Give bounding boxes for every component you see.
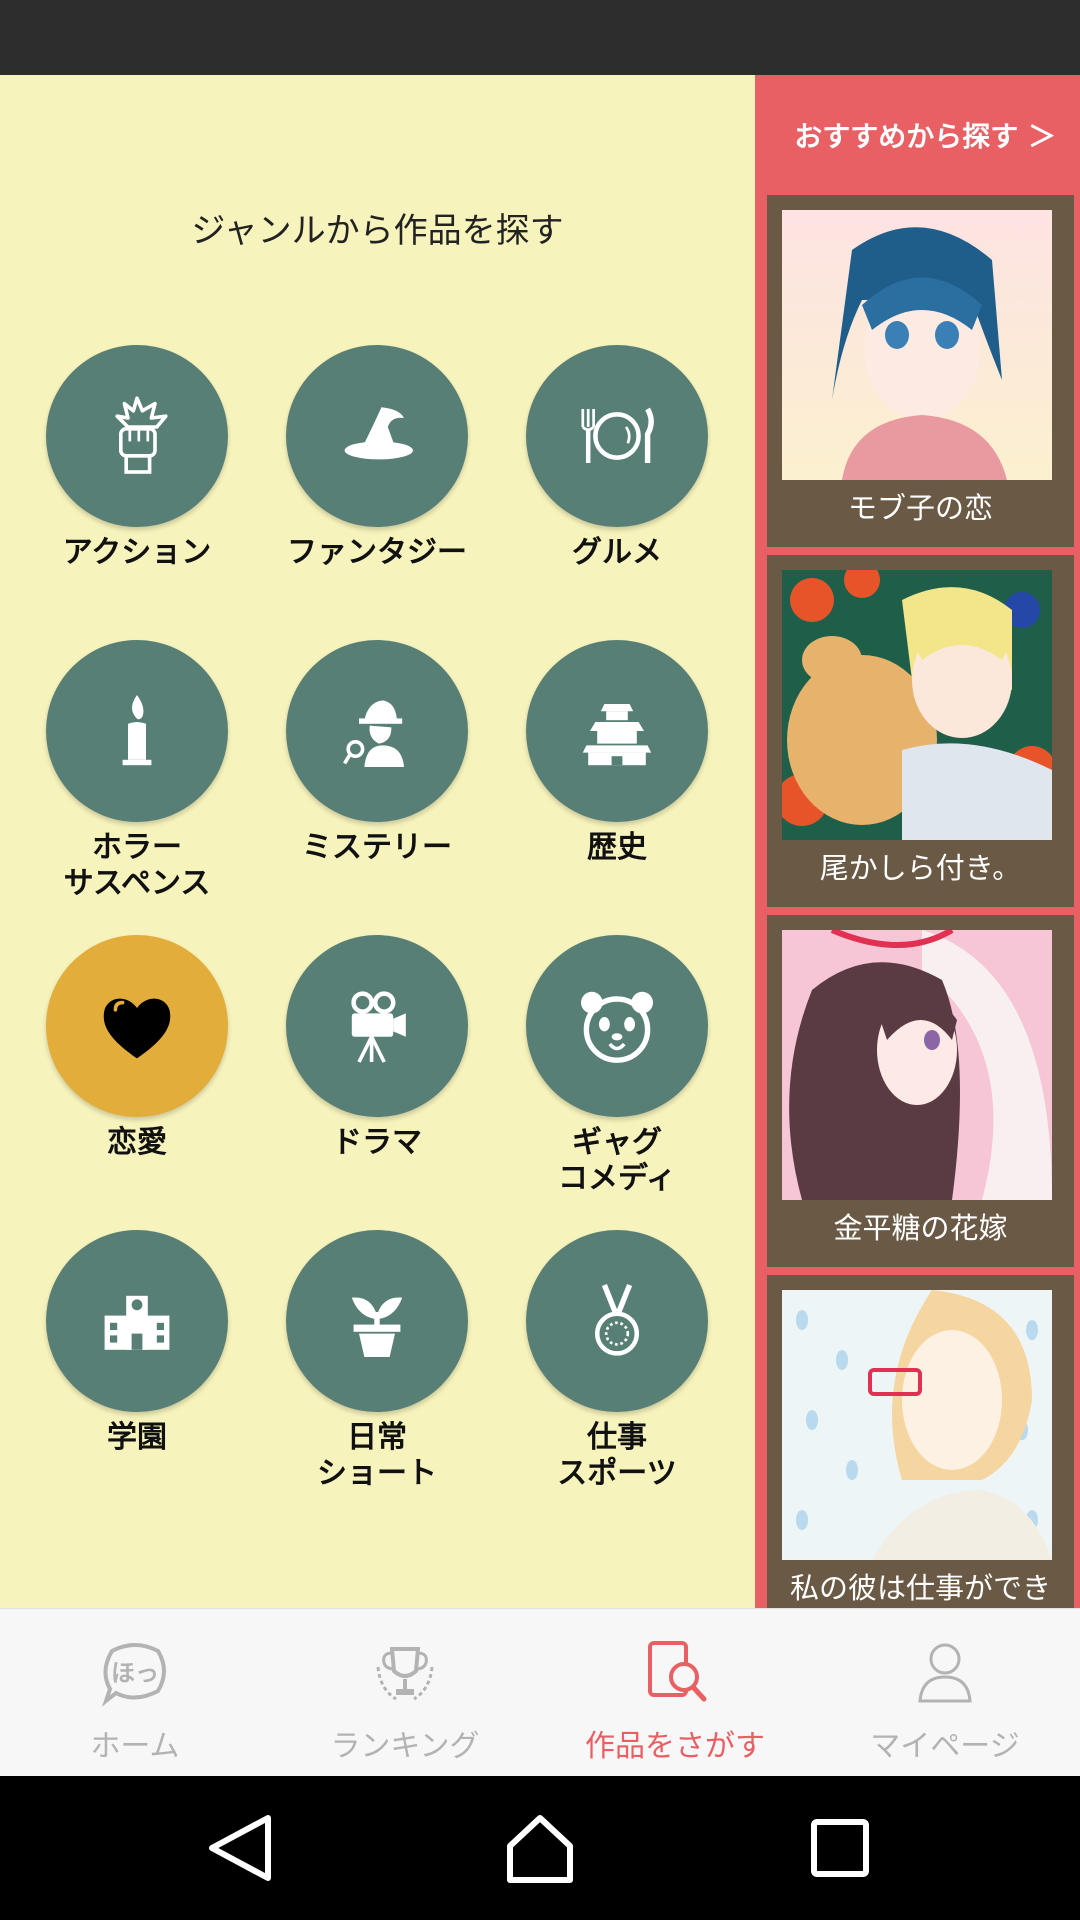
genre-panel: ジャンルから作品を探す アクション ファンタジー グルメ ホラー サスペンス ミ… xyxy=(0,75,755,1608)
genre-school[interactable]: 学園 xyxy=(17,1230,257,1456)
genre-label: 仕事 スポーツ xyxy=(557,1420,677,1491)
castle-icon xyxy=(582,704,652,766)
genre-circle[interactable] xyxy=(526,345,708,527)
genre-label: ドラマ xyxy=(332,1125,422,1160)
genre-horror-suspense[interactable]: ホラー サスペンス xyxy=(17,640,257,902)
recommend-card[interactable]: 金平糖の花嫁 xyxy=(767,915,1074,1267)
card-title: モブ子の恋 xyxy=(847,491,993,525)
cover-image xyxy=(782,930,1052,1200)
home-icon[interactable] xyxy=(498,1806,582,1890)
genre-label: 学園 xyxy=(107,1420,167,1455)
genre-label: ファンタジー xyxy=(287,535,467,570)
genre-circle[interactable] xyxy=(526,935,708,1117)
genre-circle[interactable] xyxy=(46,1230,228,1412)
detective-icon xyxy=(343,700,404,767)
fist-icon xyxy=(115,396,168,474)
genre-work-sports[interactable]: 仕事 スポーツ xyxy=(497,1230,737,1492)
genre-circle[interactable] xyxy=(46,935,228,1117)
genre-label: 歴史 xyxy=(587,830,647,865)
genre-label: 日常 ショート xyxy=(317,1420,437,1491)
genre-label: ギャグ コメディ xyxy=(558,1125,676,1196)
recommend-card[interactable]: モブ子の恋 xyxy=(767,195,1074,547)
genre-history[interactable]: 歴史 xyxy=(497,640,737,866)
recommend-card[interactable]: 私の彼は仕事ができ xyxy=(767,1275,1074,1608)
nav-home[interactable]: ほっ ホーム xyxy=(0,1609,270,1777)
panda-icon xyxy=(581,991,653,1063)
nav-search[interactable]: 作品をさがす xyxy=(540,1609,810,1777)
card-title: 金平糖の花嫁 xyxy=(833,1211,1008,1245)
recommend-link[interactable]: おすすめから探す ＞ xyxy=(794,115,1056,155)
bottom-nav: ほっ ホーム ランキング 作品をさがす マイページ xyxy=(0,1608,1080,1776)
genre-label: グルメ xyxy=(572,535,662,570)
recommend-panel: おすすめから探す ＞ モブ子の恋 尾かしら付き。 金平糖の花嫁 私の彼は仕事がで… xyxy=(755,75,1080,1608)
heart-icon xyxy=(103,998,171,1059)
genre-label: アクション xyxy=(62,535,212,570)
movie-camera-icon xyxy=(351,991,406,1063)
nav-label: ランキング xyxy=(330,1729,480,1764)
cover-image xyxy=(782,210,1052,480)
recommend-card[interactable]: 尾かしら付き。 xyxy=(767,555,1074,907)
search-book-icon xyxy=(648,1641,707,1702)
genre-romance[interactable]: 恋愛 xyxy=(17,935,257,1161)
genre-label: ホラー サスペンス xyxy=(63,830,211,901)
svg-text:ほっ: ほっ xyxy=(111,1659,159,1687)
fork-plate-knife-icon xyxy=(581,407,654,463)
nav-label: マイページ xyxy=(870,1729,1020,1764)
status-bar xyxy=(0,0,1080,75)
medal-icon xyxy=(594,1283,640,1356)
genre-circle[interactable] xyxy=(46,640,228,822)
genre-fantasy[interactable]: ファンタジー xyxy=(257,345,497,571)
card-title: 尾かしら付き。 xyxy=(819,851,1022,885)
system-nav-bar xyxy=(0,1776,1080,1920)
genre-mystery[interactable]: ミステリー xyxy=(257,640,497,866)
genre-circle[interactable] xyxy=(286,345,468,527)
genre-circle[interactable] xyxy=(46,345,228,527)
genre-circle[interactable] xyxy=(526,640,708,822)
back-icon[interactable] xyxy=(198,1806,282,1890)
genre-action[interactable]: アクション xyxy=(17,345,257,571)
cover-image xyxy=(782,1290,1052,1560)
sprout-icon xyxy=(351,1297,403,1357)
genre-grid: アクション ファンタジー グルメ ホラー サスペンス ミステリー 歴史 恋愛 ド… xyxy=(0,75,755,1608)
genre-gag-comedy[interactable]: ギャグ コメディ xyxy=(497,935,737,1197)
nav-label: ホーム xyxy=(90,1729,180,1764)
hotto-bubble-icon: ほっ xyxy=(101,1643,166,1707)
person-icon xyxy=(918,1643,972,1703)
recents-icon[interactable] xyxy=(798,1806,882,1890)
trophy-icon xyxy=(376,1647,434,1701)
genre-gourmet[interactable]: グルメ xyxy=(497,345,737,571)
genre-drama[interactable]: ドラマ xyxy=(257,935,497,1161)
genre-label: 恋愛 xyxy=(107,1125,167,1160)
genre-circle[interactable] xyxy=(286,935,468,1117)
nav-mypage[interactable]: マイページ xyxy=(810,1609,1080,1777)
genre-circle[interactable] xyxy=(286,1230,468,1412)
genre-circle[interactable] xyxy=(526,1230,708,1412)
witch-hat-icon xyxy=(344,407,413,460)
cover-image xyxy=(782,570,1052,840)
candle-icon xyxy=(122,695,152,766)
genre-label: ミステリー xyxy=(302,830,452,865)
nav-label: 作品をさがす xyxy=(585,1729,765,1764)
school-icon xyxy=(104,1295,170,1350)
card-title: 私の彼は仕事ができ xyxy=(789,1571,1051,1605)
nav-ranking[interactable]: ランキング xyxy=(270,1609,540,1777)
genre-circle[interactable] xyxy=(286,640,468,822)
genre-daily-short[interactable]: 日常 ショート xyxy=(257,1230,497,1492)
